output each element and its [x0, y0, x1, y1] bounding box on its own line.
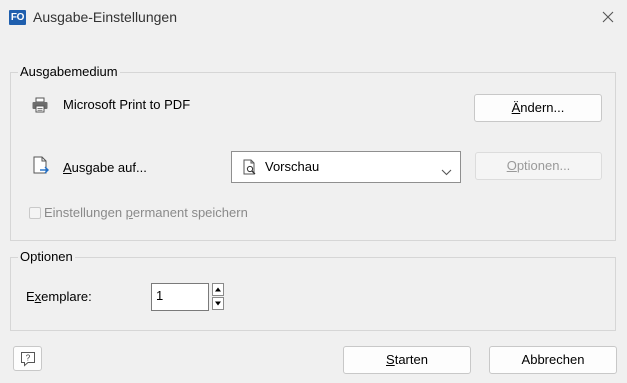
help-question-icon: ?	[21, 352, 35, 367]
chevron-down-icon	[441, 164, 452, 179]
start-label: tarten	[394, 352, 428, 367]
spin-up-icon	[215, 287, 221, 292]
output-target-value: Vorschau	[265, 159, 320, 174]
cancel-button[interactable]: Abbrechen	[489, 346, 617, 374]
output-to-accel: A	[63, 160, 72, 175]
options-label: ptionen...	[516, 158, 571, 173]
copies-input[interactable]: 1	[151, 283, 209, 311]
close-button[interactable]	[594, 4, 622, 30]
start-button[interactable]: Starten	[343, 346, 471, 374]
svg-text:?: ?	[26, 354, 31, 363]
options-legend: Optionen	[18, 249, 75, 265]
copies-decrement-button[interactable]	[212, 297, 224, 310]
printer-name: Microsoft Print to PDF	[63, 97, 191, 112]
copies-increment-button[interactable]	[212, 283, 224, 296]
save-permanent-text-2: ermanent speichern	[132, 205, 248, 220]
save-permanent-accel: p	[125, 205, 133, 220]
copies-label-1: E	[26, 289, 35, 304]
document-arrow-icon	[32, 156, 50, 179]
change-printer-button[interactable]: Ändern...	[474, 94, 602, 122]
output-to-label: Ausgabe auf...	[63, 159, 147, 177]
save-permanent-checkbox[interactable]	[29, 207, 41, 219]
change-accel: Ä	[511, 100, 521, 115]
save-permanent-label: Einstellungen permanent speichern	[44, 204, 248, 222]
printer-icon	[31, 97, 49, 116]
save-permanent-text-1: Einstellungen	[44, 205, 126, 220]
output-to-text: usgabe auf...	[71, 160, 147, 175]
start-accel: S	[386, 352, 395, 367]
output-target-select[interactable]: Vorschau	[231, 151, 461, 183]
options-group	[10, 257, 616, 331]
help-button[interactable]: ?	[13, 346, 42, 371]
copies-label: Exemplare:	[26, 288, 92, 306]
app-icon: FO	[9, 10, 26, 25]
preview-document-icon	[242, 159, 258, 179]
change-label: ndern...	[520, 100, 565, 115]
output-medium-legend: Ausgabemedium	[18, 64, 120, 80]
copies-label-2: emplare:	[41, 289, 92, 304]
close-icon	[602, 11, 614, 23]
spin-down-icon	[215, 301, 221, 306]
options-button[interactable]: Optionen...	[475, 152, 602, 180]
window-title: Ausgabe-Einstellungen	[33, 9, 177, 25]
options-accel: O	[506, 158, 517, 173]
